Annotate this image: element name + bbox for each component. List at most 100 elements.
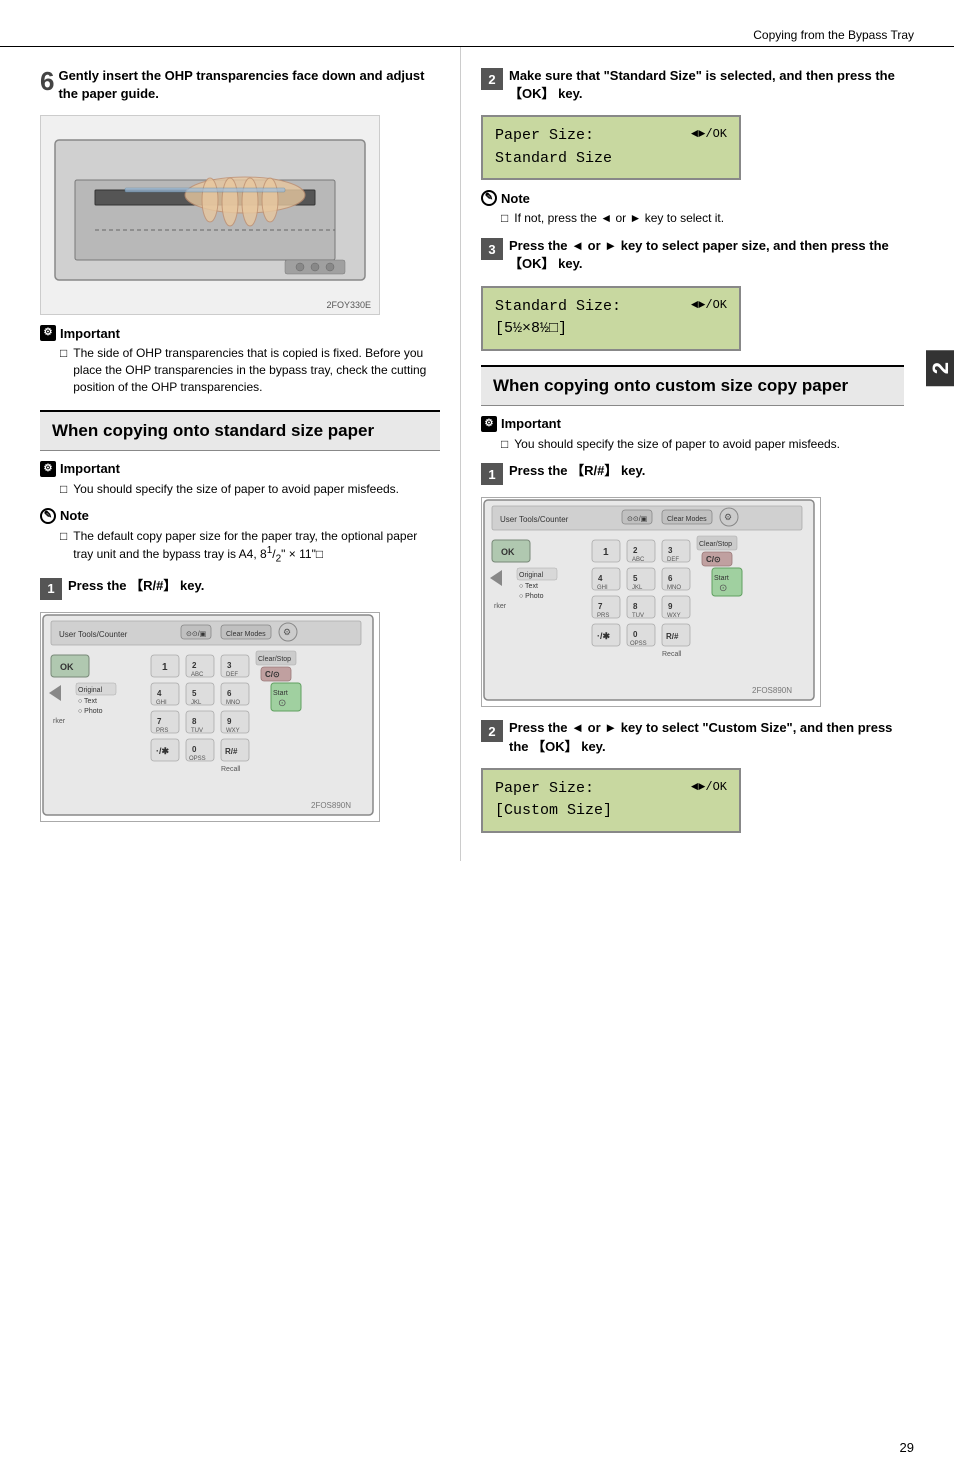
svg-text:○ Photo: ○ Photo	[519, 593, 544, 600]
step-6-row: 6 Gently insert the OHP transparencies f…	[40, 67, 440, 103]
svg-text:·/✱: ·/✱	[597, 631, 610, 641]
step-1-left-row: 1 Press the 【R/#】 key.	[40, 577, 440, 600]
svg-text:8: 8	[192, 717, 197, 726]
important-box-2: ⚙ Important □ You should specify the siz…	[40, 461, 440, 498]
two-col-layout: 6 Gently insert the OHP transparencies f…	[0, 47, 954, 861]
right-column: 2 Make sure that "Standard Size" is sele…	[460, 47, 954, 861]
page-container: Copying from the Bypass Tray 2 6 Gently …	[0, 0, 954, 1475]
section-custom-header: When copying onto custom size copy paper	[481, 365, 904, 406]
svg-text:○ Photo: ○ Photo	[78, 708, 103, 715]
svg-text:○ Text: ○ Text	[78, 698, 97, 705]
step-6-text: Gently insert the OHP transparencies fac…	[58, 67, 440, 103]
svg-text:2FOS890N: 2FOS890N	[311, 801, 351, 810]
lcd1-line2: Standard Size	[495, 148, 727, 171]
svg-text:Original: Original	[519, 572, 544, 579]
svg-text:Start: Start	[714, 575, 729, 582]
svg-text:3: 3	[668, 546, 673, 555]
svg-text:⊙: ⊙	[278, 698, 286, 709]
important-box-3: ⚙ Important □ You should specify the siz…	[481, 416, 904, 453]
step-6-number: 6	[40, 67, 54, 96]
svg-text:6: 6	[227, 689, 232, 698]
lcd2-line2: [5½×8½□]	[495, 318, 727, 341]
keyboard-svg-right: User Tools/Counter ⊙⊙/▣ Clear Modes ⚙ OK…	[482, 498, 822, 708]
step-1-left-text: Press the 【R/#】 key.	[68, 577, 440, 595]
svg-text:DEF: DEF	[226, 672, 238, 678]
svg-text:GHI: GHI	[156, 700, 167, 706]
step-2-bottom-row: 2 Press the ◄ or ► key to select "Custom…	[481, 719, 904, 755]
svg-text:2FOS890N: 2FOS890N	[752, 686, 792, 695]
important-box-1: ⚙ Important □ The side of OHP transparen…	[40, 325, 440, 395]
lcd-display-1: Paper Size: ◄►/OK Standard Size	[481, 115, 741, 180]
svg-text:MNO: MNO	[226, 700, 240, 706]
important-icon-3: ⚙	[481, 416, 497, 432]
lcd-display-3: Paper Size: ◄►/OK [Custom Size]	[481, 768, 741, 833]
svg-text:4: 4	[157, 689, 162, 698]
svg-text:7: 7	[157, 717, 162, 726]
step-2-bottom-text: Press the ◄ or ► key to select "Custom S…	[509, 719, 904, 755]
svg-text:WXY: WXY	[667, 613, 681, 619]
svg-text:DEF: DEF	[667, 557, 679, 563]
svg-text:OPSS: OPSS	[630, 641, 647, 647]
ohp-image-label: 2FOY330E	[326, 300, 371, 310]
note-box-2: ✎ Note □ If not, press the ◄ or ► key to…	[481, 190, 904, 227]
chapter-tab: 2	[926, 350, 954, 386]
svg-text:Recall: Recall	[662, 651, 682, 658]
svg-text:OK: OK	[60, 662, 74, 672]
svg-text:⊙: ⊙	[719, 583, 727, 594]
svg-text:C/⊙: C/⊙	[706, 555, 721, 564]
svg-text:0: 0	[192, 745, 197, 754]
important-title-3: ⚙ Important	[481, 416, 904, 432]
important-title-1: ⚙ Important	[40, 325, 440, 341]
important-item-2: □ You should specify the size of paper t…	[60, 481, 440, 498]
important-item-3: □ You should specify the size of paper t…	[501, 436, 904, 453]
note-title-1: ✎ Note	[40, 508, 440, 524]
keyboard-svg-left: User Tools/Counter ⊙⊙/▣ Clear Modes ⚙ OK	[41, 613, 381, 823]
header-bar: Copying from the Bypass Tray	[0, 20, 954, 47]
svg-text:OPSS: OPSS	[189, 756, 206, 762]
note-box-1: ✎ Note □ The default copy paper size for…	[40, 508, 440, 567]
svg-text:5: 5	[192, 689, 197, 698]
lcd-display-2: Standard Size: ◄►/OK [5½×8½□]	[481, 286, 741, 351]
lcd3-line1: Paper Size: ◄►/OK	[495, 778, 727, 801]
svg-text:9: 9	[227, 717, 232, 726]
note-item-2-text: If not, press the ◄ or ► key to select i…	[514, 210, 724, 227]
svg-text:9: 9	[668, 602, 673, 611]
step-2-right-badge: 2	[481, 68, 503, 90]
lcd2-line1: Standard Size: ◄►/OK	[495, 296, 727, 319]
svg-text:PRS: PRS	[156, 728, 168, 734]
step-2-right-text: Make sure that "Standard Size" is select…	[509, 67, 904, 103]
important-title-2: ⚙ Important	[40, 461, 440, 477]
svg-text:·/✱: ·/✱	[156, 746, 169, 756]
step-1-right-badge: 1	[481, 463, 503, 485]
svg-text:Clear Modes: Clear Modes	[226, 631, 266, 638]
svg-text:TUV: TUV	[191, 728, 203, 734]
lcd1-line1: Paper Size: ◄►/OK	[495, 125, 727, 148]
svg-text:PRS: PRS	[597, 613, 609, 619]
ohp-svg	[45, 120, 375, 310]
svg-text:5: 5	[633, 574, 638, 583]
page-number: 29	[900, 1440, 914, 1455]
svg-text:Start: Start	[273, 690, 288, 697]
svg-text:Recall: Recall	[221, 766, 241, 773]
svg-text:rker: rker	[53, 718, 66, 725]
svg-text:7: 7	[598, 602, 603, 611]
important-icon-1: ⚙	[40, 325, 56, 341]
section-standard-title: When copying onto standard size paper	[52, 420, 428, 442]
svg-text:6: 6	[668, 574, 673, 583]
step-3-right-text: Press the ◄ or ► key to select paper siz…	[509, 237, 904, 273]
svg-text:User Tools/Counter: User Tools/Counter	[500, 515, 569, 524]
step-2-right-row: 2 Make sure that "Standard Size" is sele…	[481, 67, 904, 103]
svg-text:Clear/Stop: Clear/Stop	[699, 541, 732, 548]
svg-text:4: 4	[598, 574, 603, 583]
svg-text:2: 2	[633, 546, 638, 555]
svg-text:JKL: JKL	[191, 700, 202, 706]
svg-text:8: 8	[633, 602, 638, 611]
header-title: Copying from the Bypass Tray	[753, 28, 914, 42]
note-title-2: ✎ Note	[481, 190, 904, 206]
note-icon-2: ✎	[481, 190, 497, 206]
lcd1-icon: ◄►/OK	[691, 125, 727, 143]
section-standard-header: When copying onto standard size paper	[40, 410, 440, 451]
step-1-right-row: 1 Press the 【R/#】 key.	[481, 462, 904, 485]
svg-text:ABC: ABC	[632, 557, 645, 563]
svg-text:⚙: ⚙	[724, 512, 732, 522]
